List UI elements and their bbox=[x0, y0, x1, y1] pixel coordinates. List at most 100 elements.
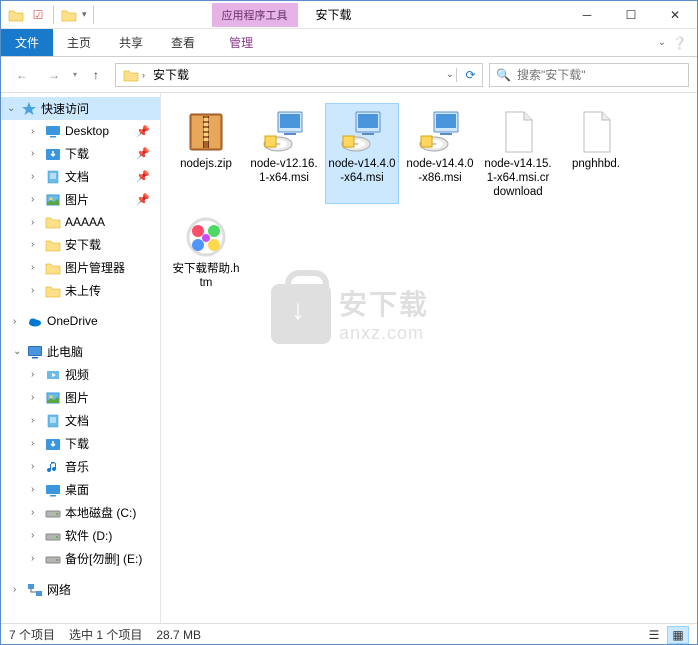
sidebar-item[interactable]: › 安下载 bbox=[1, 233, 160, 256]
chevron-right-icon[interactable]: › bbox=[31, 171, 41, 182]
file-item[interactable]: 安下载帮助.htm bbox=[169, 208, 243, 296]
sidebar-item[interactable]: › 图片管理器 bbox=[1, 256, 160, 279]
sidebar-item[interactable]: › 视频 bbox=[1, 363, 160, 386]
search-box[interactable]: 🔍 bbox=[489, 63, 689, 87]
file-item[interactable]: node-v12.16.1-x64.msi bbox=[247, 103, 321, 204]
sidebar-item-label: 本地磁盘 (C:) bbox=[65, 504, 136, 521]
chevron-right-icon[interactable]: › bbox=[31, 369, 41, 380]
breadcrumb-root-icon[interactable]: › bbox=[120, 67, 148, 83]
chevron-right-icon[interactable]: › bbox=[31, 239, 41, 250]
status-item-count: 7 个项目 bbox=[9, 626, 55, 643]
sidebar-item-label: 文档 bbox=[65, 168, 89, 185]
sidebar-item[interactable]: › 备份[勿删] (E:) bbox=[1, 547, 160, 570]
watermark: 安下载 anxz.com bbox=[271, 283, 429, 344]
onedrive-icon bbox=[27, 313, 43, 329]
drive-icon bbox=[45, 528, 61, 544]
chevron-right-icon[interactable]: › bbox=[31, 530, 41, 541]
history-dropdown[interactable]: ▾ bbox=[73, 70, 77, 79]
close-button[interactable]: ✕ bbox=[653, 1, 697, 29]
folder-icon[interactable] bbox=[7, 6, 25, 24]
navigation-pane[interactable]: ⌄ 快速访问 › Desktop 📌› 下载 📌› 文档 📌› 图片 📌› AA… bbox=[1, 93, 161, 623]
breadcrumb-dropdown-icon[interactable]: ⌄ bbox=[446, 69, 454, 80]
chevron-right-icon[interactable]: › bbox=[31, 148, 41, 159]
pictures-icon bbox=[45, 390, 61, 406]
chevron-right-icon[interactable]: › bbox=[31, 553, 41, 564]
chevron-right-icon[interactable]: › bbox=[31, 461, 41, 472]
properties-icon[interactable]: ☑ bbox=[29, 6, 47, 24]
view-details-button[interactable]: ☰ bbox=[643, 626, 665, 644]
up-button[interactable]: ↑ bbox=[83, 62, 109, 88]
nav-quick-access[interactable]: ⌄ 快速访问 bbox=[1, 97, 160, 120]
sidebar-item[interactable]: › AAAAA bbox=[1, 211, 160, 233]
folder-icon bbox=[45, 214, 61, 230]
chevron-down-icon[interactable]: ⌄ bbox=[13, 346, 23, 357]
chevron-right-icon[interactable]: › bbox=[31, 392, 41, 403]
nav-onedrive[interactable]: › OneDrive bbox=[1, 310, 160, 332]
pin-icon: 📌 bbox=[136, 147, 156, 160]
forward-button[interactable]: → bbox=[41, 62, 67, 88]
sidebar-item[interactable]: › 图片 bbox=[1, 386, 160, 409]
sidebar-item[interactable]: › 文档 bbox=[1, 409, 160, 432]
file-item[interactable]: node-v14.4.0-x86.msi bbox=[403, 103, 477, 204]
watermark-subtitle: anxz.com bbox=[339, 323, 429, 344]
sidebar-item[interactable]: › 音乐 bbox=[1, 455, 160, 478]
sidebar-item[interactable]: › Desktop 📌 bbox=[1, 120, 160, 142]
file-item[interactable]: node-v14.15.1-x64.msi.crdownload bbox=[481, 103, 555, 204]
chevron-right-icon[interactable]: › bbox=[31, 415, 41, 426]
file-item[interactable]: node-v14.4.0-x64.msi bbox=[325, 103, 399, 204]
tab-view[interactable]: 查看 bbox=[157, 29, 209, 56]
chevron-down-icon[interactable]: ⌄ bbox=[7, 103, 17, 114]
tab-manage[interactable]: 管理 bbox=[215, 29, 267, 56]
chevron-right-icon[interactable]: › bbox=[31, 285, 41, 296]
file-list[interactable]: 安下载 anxz.com nodejs.zip node-v12.16.1-x6… bbox=[161, 93, 697, 623]
window-title: 安下载 bbox=[316, 6, 352, 23]
breadcrumb[interactable]: › 安下载 ⌄ ⟳ bbox=[115, 63, 483, 87]
chevron-right-icon[interactable]: › bbox=[31, 484, 41, 495]
tab-home[interactable]: 主页 bbox=[53, 29, 105, 56]
breadcrumb-current[interactable]: 安下载 bbox=[150, 66, 192, 83]
quick-access-toolbar: ☑ ▾ bbox=[1, 6, 102, 24]
address-bar: ← → ▾ ↑ › 安下载 ⌄ ⟳ 🔍 bbox=[1, 57, 697, 93]
maximize-button[interactable]: ☐ bbox=[609, 1, 653, 29]
sidebar-item[interactable]: › 桌面 bbox=[1, 478, 160, 501]
view-large-icons-button[interactable]: ▦ bbox=[667, 626, 689, 644]
nav-network[interactable]: › 网络 bbox=[1, 578, 160, 601]
chevron-right-icon[interactable]: › bbox=[31, 217, 41, 228]
minimize-button[interactable]: ─ bbox=[565, 1, 609, 29]
sidebar-item[interactable]: › 图片 📌 bbox=[1, 188, 160, 211]
ribbon-expand[interactable]: ⌄❔ bbox=[648, 29, 697, 56]
sidebar-item[interactable]: › 下载 📌 bbox=[1, 142, 160, 165]
tab-file[interactable]: 文件 bbox=[1, 29, 53, 56]
sidebar-item[interactable]: › 下载 bbox=[1, 432, 160, 455]
file-item[interactable]: nodejs.zip bbox=[169, 103, 243, 204]
search-input[interactable] bbox=[517, 68, 682, 82]
back-button[interactable]: ← bbox=[9, 62, 35, 88]
sidebar-item[interactable]: › 未上传 bbox=[1, 279, 160, 302]
pin-icon: 📌 bbox=[136, 193, 156, 206]
htm-file-icon bbox=[182, 213, 230, 261]
network-icon bbox=[27, 582, 43, 598]
status-bar: 7 个项目 选中 1 个项目 28.7 MB ☰ ▦ bbox=[1, 623, 697, 645]
tab-share[interactable]: 共享 bbox=[105, 29, 157, 56]
videos-icon bbox=[45, 367, 61, 383]
chevron-right-icon[interactable]: › bbox=[31, 194, 41, 205]
chevron-right-icon[interactable]: › bbox=[31, 507, 41, 518]
folder-small-icon[interactable] bbox=[60, 6, 78, 24]
chevron-right-icon[interactable]: › bbox=[31, 126, 41, 137]
sidebar-item-label: 下载 bbox=[65, 145, 89, 162]
nav-this-pc[interactable]: ⌄ 此电脑 bbox=[1, 340, 160, 363]
sidebar-item[interactable]: › 本地磁盘 (C:) bbox=[1, 501, 160, 524]
chevron-right-icon[interactable]: › bbox=[13, 584, 23, 595]
file-label: node-v14.15.1-x64.msi.crdownload bbox=[484, 158, 552, 199]
sidebar-item-label: 备份[勿删] (E:) bbox=[65, 550, 142, 567]
folder-icon bbox=[45, 260, 61, 276]
file-item[interactable]: pnghhbd. bbox=[559, 103, 633, 204]
refresh-button[interactable]: ⟳ bbox=[456, 68, 478, 82]
watermark-title: 安下载 bbox=[339, 283, 429, 323]
chevron-right-icon[interactable]: › bbox=[31, 438, 41, 449]
sidebar-item[interactable]: › 软件 (D:) bbox=[1, 524, 160, 547]
chevron-right-icon[interactable]: › bbox=[13, 316, 23, 327]
sidebar-item[interactable]: › 文档 📌 bbox=[1, 165, 160, 188]
qat-customize-dropdown[interactable]: ▾ bbox=[82, 9, 87, 20]
chevron-right-icon[interactable]: › bbox=[31, 262, 41, 273]
